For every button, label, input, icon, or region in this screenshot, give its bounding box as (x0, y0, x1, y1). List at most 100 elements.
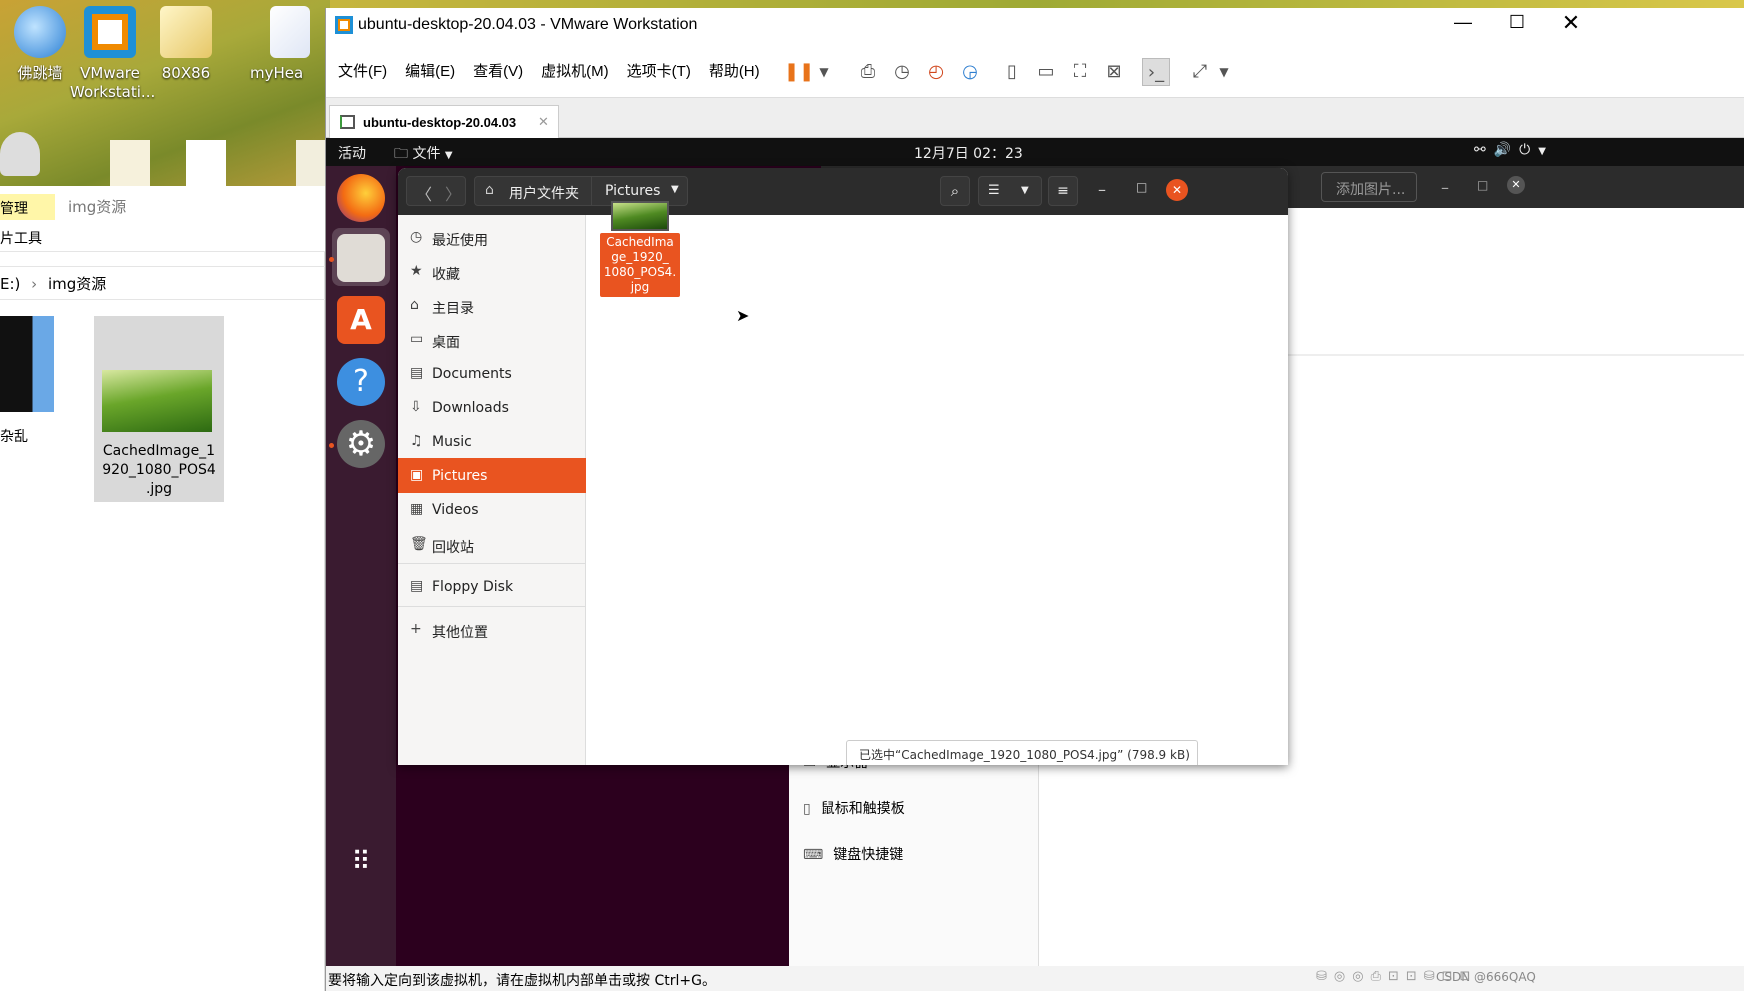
sidebar-item-回收站[interactable]: 🗑 回收站 (398, 527, 586, 562)
desktop-icon-firewall[interactable]: 佛跳墙 (0, 6, 80, 83)
settings-gear-icon[interactable]: ⚙ (337, 420, 385, 468)
sidebar-item-pictures[interactable]: ▣ Pictures (398, 458, 586, 493)
desktop-icon-80x86[interactable]: 80X86 (146, 6, 226, 83)
menu-help[interactable]: 帮助(H) (700, 46, 769, 98)
pause-icon[interactable]: ❚❚ (784, 58, 814, 86)
tab-label: ubuntu-desktop-20.04.03 (363, 115, 517, 130)
software-center-icon[interactable]: A (337, 296, 385, 344)
sidebar-item-floppy-disk[interactable]: ▤ Floppy Disk (398, 569, 586, 604)
back-button[interactable]: 〈 (416, 181, 432, 205)
sidebar-item-label: 收藏 (432, 267, 460, 283)
sidebar-item-最近使用[interactable]: ◷ 最近使用 (398, 220, 586, 255)
settings-item-keyboard[interactable]: ⌨ 键盘快捷键 (803, 844, 903, 864)
sidebar-item-label: Pictures (432, 468, 488, 484)
thumbnail-view-icon[interactable]: ▭ (1032, 58, 1060, 86)
clock-icon: ◷ (410, 229, 423, 245)
sidebar-item-其他位置[interactable]: + 其他位置 (398, 612, 586, 647)
minimize-button[interactable]: — (1448, 12, 1478, 33)
sidebar-item-收藏[interactable]: ★ 收藏 (398, 254, 586, 289)
tab-vm[interactable]: ubuntu-desktop-20.04.03 ✕ (329, 105, 559, 139)
breadcrumb-home[interactable]: 用户文件夹 (509, 183, 579, 203)
videos-icon: ▦ (410, 501, 424, 517)
breadcrumb-current[interactable]: Pictures (605, 183, 660, 199)
chevron-down-icon[interactable]: ▼ (1021, 185, 1029, 196)
help-icon[interactable]: ? (337, 358, 385, 406)
minimize-button[interactable]: – (1098, 180, 1106, 199)
ribbon-picture-tools[interactable]: 片工具 (0, 228, 42, 248)
ribbon-tab-img[interactable]: img资源 (68, 196, 126, 217)
sidebar-item-主目录[interactable]: ⌂ 主目录 (398, 288, 586, 323)
guest-screen[interactable]: 活动 🗀 文件 ▼ 12月7日 02：23 ⚯🔊⏻▼ A ? ⚙ ⠿ 添加图片.… (326, 138, 1744, 966)
sidebar-item-label: 回收站 (432, 540, 474, 556)
list-item[interactable]: 杂乱 (0, 316, 60, 446)
network-icon: ⚯ (1474, 142, 1494, 158)
forward-button[interactable]: 〉 (445, 181, 461, 205)
breadcrumb-drive[interactable]: E:) (0, 275, 20, 293)
maximize-button[interactable]: □ (1477, 178, 1488, 192)
desktop-icon-label: VMware Workstati... (70, 64, 156, 101)
sidebar-item-videos[interactable]: ▦ Videos (398, 492, 586, 527)
sidebar-item-music[interactable]: ♫ Music (398, 424, 586, 459)
close-button[interactable]: ✕ (1556, 10, 1586, 36)
list-item-selected[interactable]: CachedImage_1 920_1080_POS4 .jpg (94, 316, 224, 502)
ribbon-manage-tab[interactable]: 管理 (0, 194, 55, 220)
menu-vm[interactable]: 虚拟机(M) (532, 46, 618, 98)
chevron-down-icon[interactable]: ▼ (1210, 58, 1238, 86)
close-icon[interactable]: ✕ (538, 114, 549, 130)
item-label: CachedImage_1 920_1080_POS4 .jpg (94, 442, 224, 499)
sidebar-item-downloads[interactable]: ⇩ Downloads (398, 390, 586, 425)
app-menu[interactable]: 🗀 文件 ▼ (394, 143, 453, 167)
sidebar-item-documents[interactable]: ▤ Documents (398, 356, 586, 391)
maximize-button[interactable]: ☐ (1502, 12, 1532, 33)
system-tray[interactable]: ⚯🔊⏻▼ (1474, 142, 1554, 158)
host-wallpaper-strip (330, 0, 1744, 8)
desktop-icon-vmware[interactable]: VMware Workstati... (70, 6, 155, 102)
view-toggle: ☰ ▼ (978, 176, 1042, 206)
chevron-down-icon[interactable]: ▼ (671, 184, 679, 195)
snapshot-manager-icon[interactable]: ◶ (956, 58, 984, 86)
maximize-button[interactable]: □ (1136, 180, 1147, 194)
revert-snapshot-icon[interactable]: ◴ (922, 58, 950, 86)
menu-tabs[interactable]: 选项卡(T) (618, 46, 700, 98)
list-view-icon[interactable]: ☰ (988, 183, 1000, 198)
files-icon[interactable] (337, 234, 385, 282)
breadcrumb-folder[interactable]: img资源 (48, 275, 106, 293)
settings-item-mouse[interactable]: ▯ 鼠标和触摸板 (803, 798, 905, 818)
host-desktop-wallpaper: 佛跳墙 VMware Workstati... 80X86 myHea (0, 0, 330, 186)
item-label-line: .jpg (145, 481, 173, 497)
close-button[interactable]: ✕ (1166, 179, 1188, 201)
snapshot-icon[interactable]: ◷ (888, 58, 916, 86)
explorer-ribbon: 管理 img资源 片工具 (0, 186, 325, 252)
menu-edit[interactable]: 编辑(E) (396, 46, 464, 98)
activities-button[interactable]: 活动 (338, 143, 366, 163)
unity-icon[interactable]: ⊠ (1100, 58, 1128, 86)
vmware-statusbar: 要将输入定向到该虚拟机，请在虚拟机内部单击或按 Ctrl+G。 CSDN @66… (326, 966, 1744, 991)
nav-buttons: 〈 〉 (406, 176, 466, 206)
sidebar-item-label: 主目录 (432, 301, 474, 317)
chevron-down-icon: ▼ (1538, 146, 1554, 157)
send-ctrl-alt-del-icon[interactable]: ⎙ (854, 58, 882, 86)
fullscreen-icon[interactable]: ⛶ (1066, 58, 1094, 86)
vmware-window: ubuntu-desktop-20.04.03 - VMware Worksta… (325, 8, 1744, 991)
running-indicator (329, 443, 334, 448)
search-icon[interactable]: ⌕ (940, 176, 970, 206)
file-item-selected[interactable]: CachedIma ge_1920_ 1080_POS4. jpg (600, 201, 680, 331)
hamburger-menu-icon[interactable]: ≡ (1048, 176, 1078, 206)
console-view-icon[interactable]: ›_ (1142, 58, 1170, 86)
device-icons[interactable]: ⛁◎◎⎙⊡⊡⛁⊡⊡ (1316, 969, 1477, 984)
menu-file[interactable]: 文件(F) (329, 46, 396, 98)
clock[interactable]: 12月7日 02：23 (914, 143, 1023, 163)
documents-icon: ▤ (410, 365, 424, 381)
firefox-icon[interactable] (337, 174, 385, 222)
sidebar-item-桌面[interactable]: ▭ 桌面 (398, 322, 586, 357)
show-applications-icon[interactable]: ⠿ (337, 838, 385, 886)
breadcrumb[interactable]: E:) › img资源 (0, 266, 325, 300)
desktop-icon-myhea[interactable]: myHea (250, 6, 330, 83)
close-button[interactable]: ✕ (1507, 176, 1525, 194)
add-picture-button[interactable]: 添加图片... (1321, 172, 1417, 202)
chevron-down-icon[interactable]: ▼ (810, 58, 838, 86)
menu-view[interactable]: 查看(V) (464, 46, 532, 98)
library-view-icon[interactable]: ▯ (998, 58, 1026, 86)
minimize-button[interactable]: – (1441, 178, 1449, 197)
document-icon (270, 6, 310, 58)
